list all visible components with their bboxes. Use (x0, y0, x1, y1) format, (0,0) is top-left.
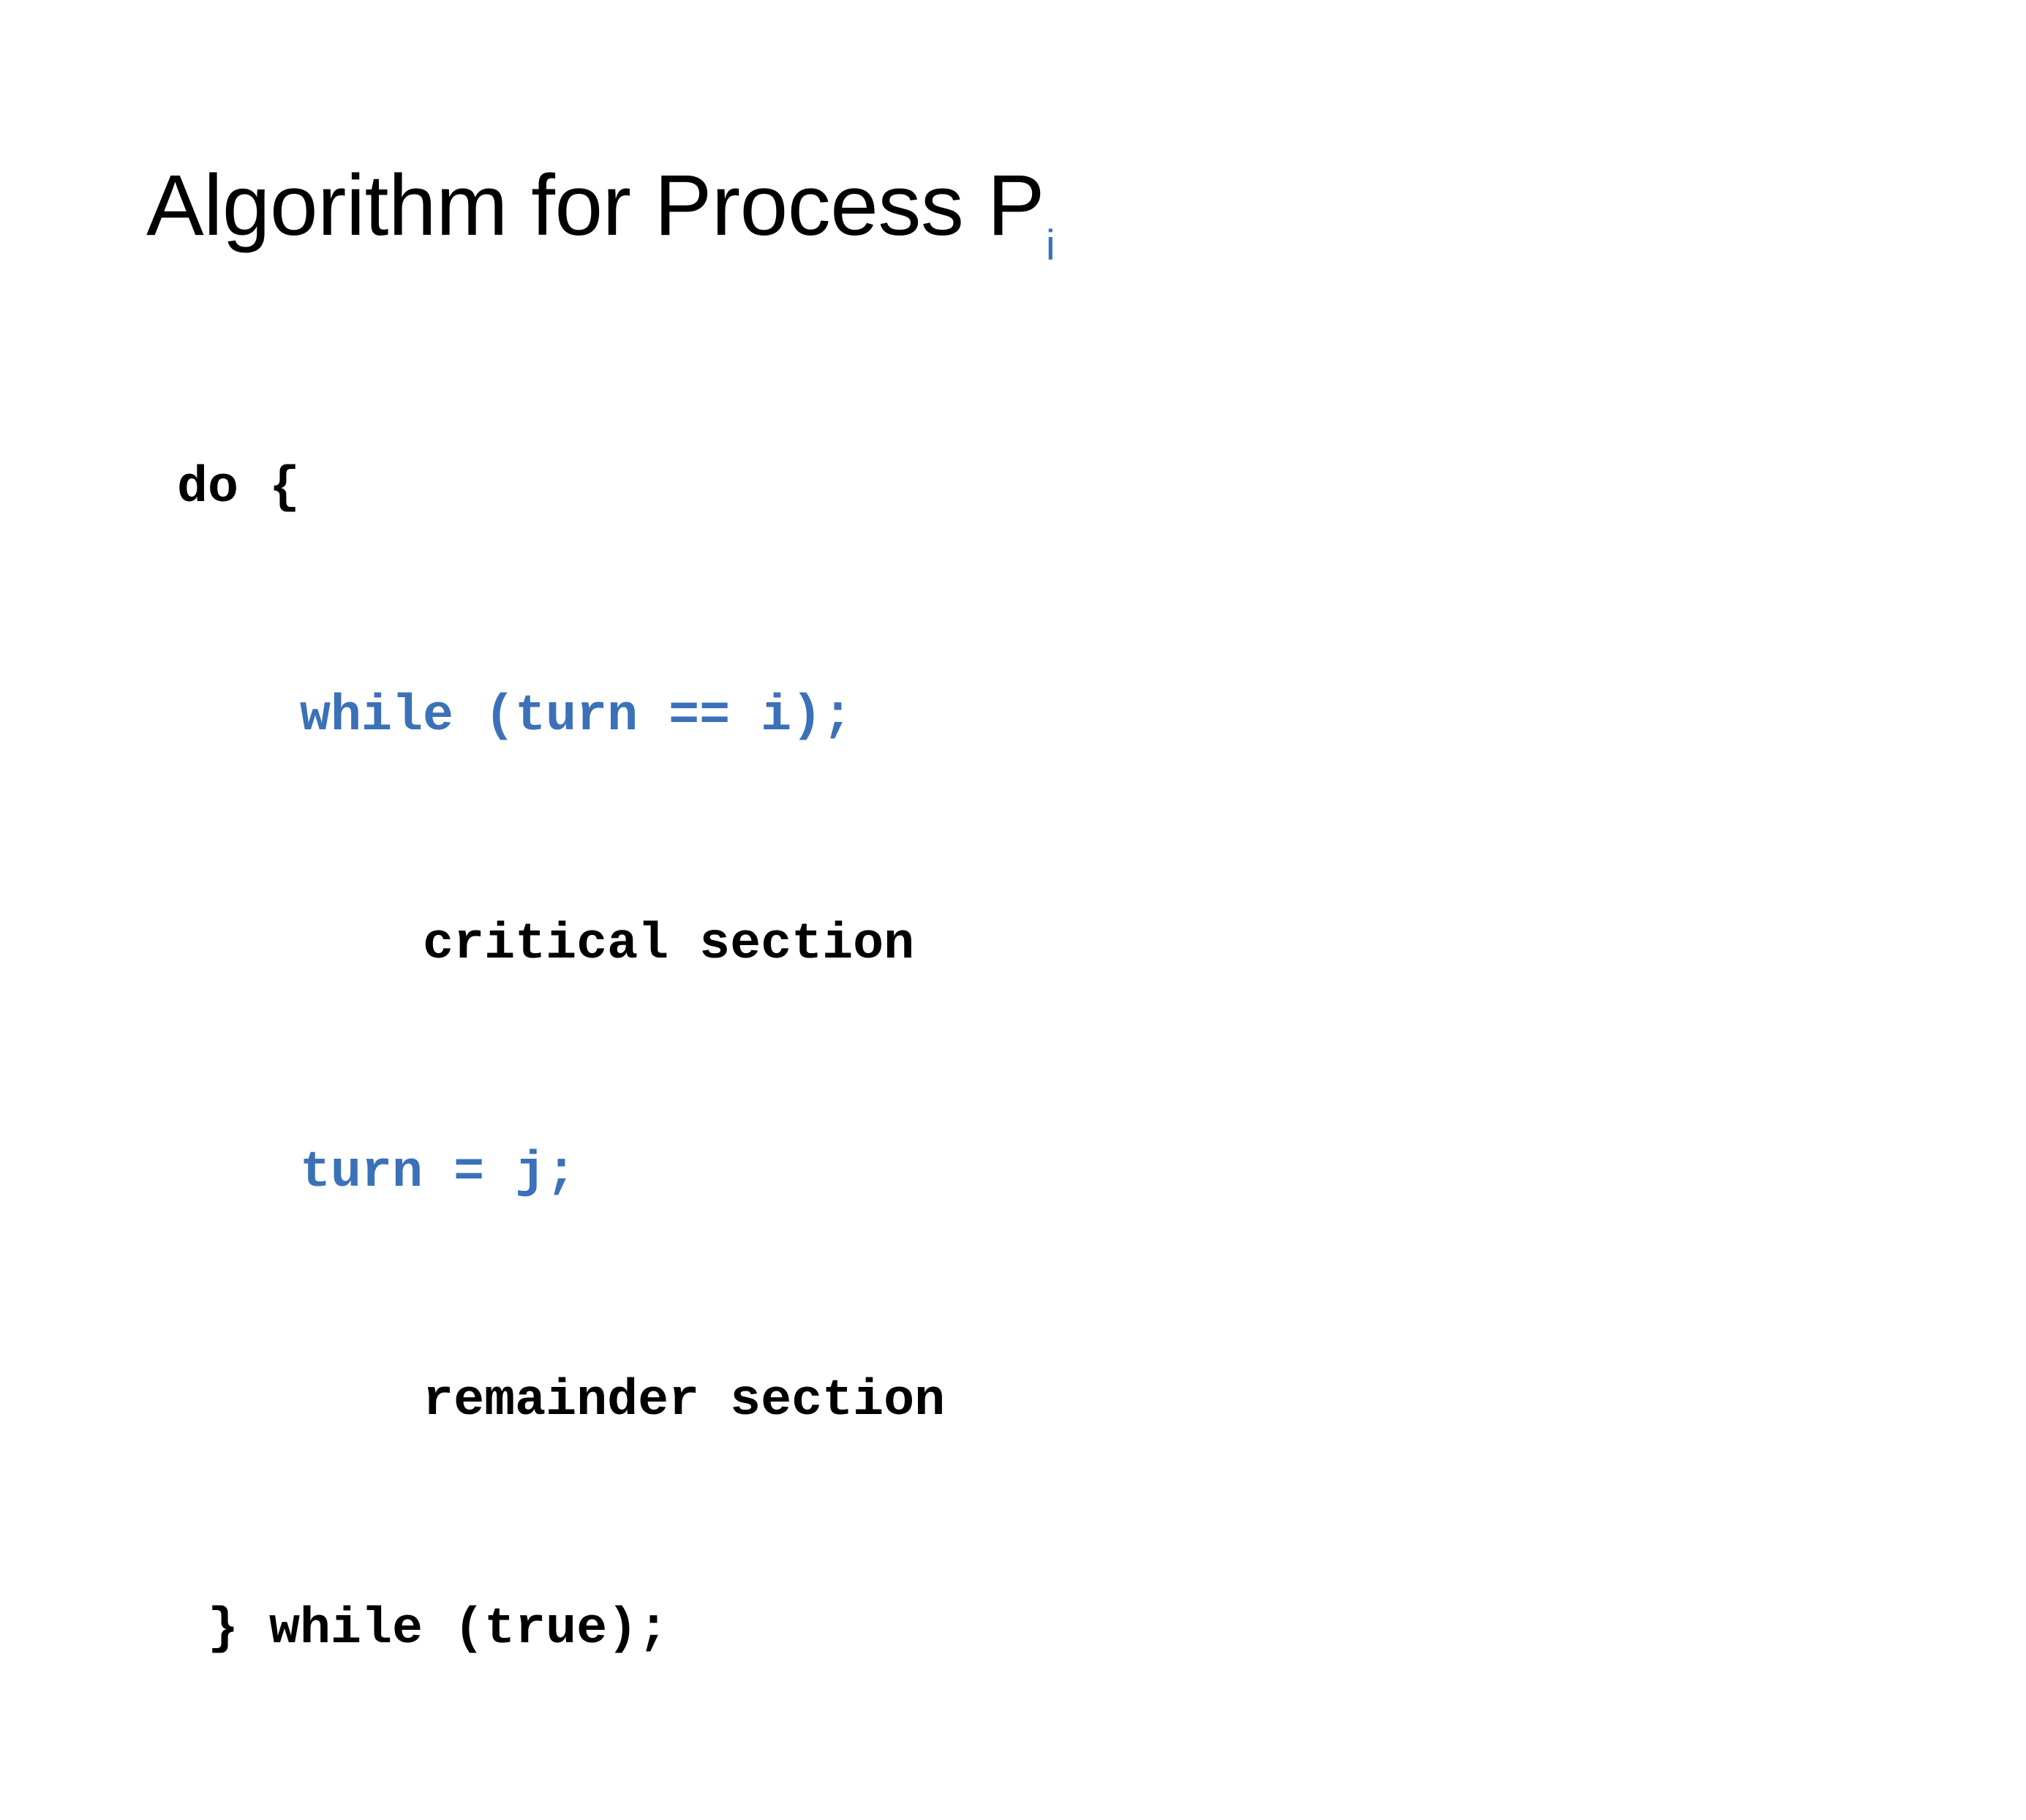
page-title-text: Algorithm for Process P (146, 157, 1044, 255)
code-block: do { while (turn == i); critical section… (146, 298, 1755, 1820)
code-line: remainder section (146, 1372, 946, 1430)
code-line: critical section (146, 916, 915, 974)
code-line: do { (146, 459, 301, 517)
code-line: } while (true); (146, 1601, 669, 1658)
page-title-subscript: i (1045, 222, 1055, 270)
slide-canvas: Algorithm for Process Pi do { while (tur… (0, 0, 2026, 1658)
code-line: while (turn == i); (146, 688, 854, 745)
page-title: Algorithm for Process Pi (146, 154, 1902, 267)
code-line: turn = j; (146, 1144, 577, 1202)
